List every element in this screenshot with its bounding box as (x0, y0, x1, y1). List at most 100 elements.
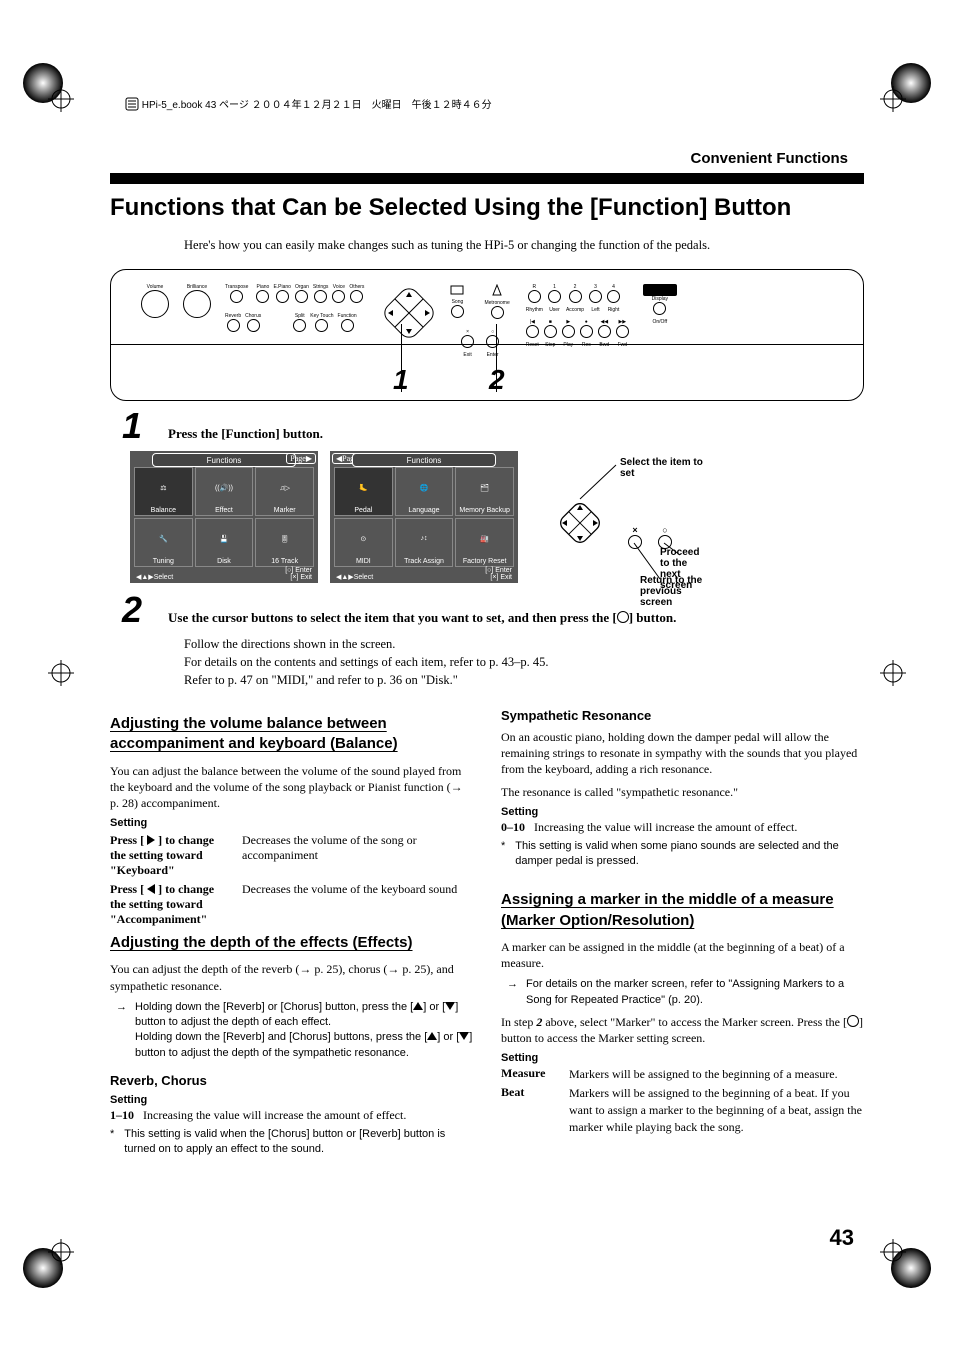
screen-enter-exit-hint: [○] Enter[×] Exit (285, 567, 312, 581)
panel-callout-1: 1 (393, 364, 409, 396)
registration-mark (880, 1239, 906, 1265)
marker-instruction: In step 2 above, select "Marker" to acce… (501, 1014, 864, 1046)
tone-button-icon (314, 290, 327, 303)
screen-title: Functions (352, 453, 496, 467)
track-button-icon (548, 290, 561, 303)
setting-heading: Setting (501, 1052, 864, 1064)
transport-rec-icon (580, 325, 593, 338)
enter-button-icon (486, 335, 499, 348)
screen-enter-exit-hint: [○] Enter[×] Exit (485, 567, 512, 581)
sympathetic-heading: Sympathetic Resonance (501, 708, 864, 723)
balance-body: You can adjust the balance between the v… (110, 763, 473, 812)
sixteen-track-icon: 🎚 (256, 519, 313, 558)
effects-instruction-1: Holding down the [Reverb] or [Chorus] bu… (135, 1000, 473, 1062)
metronome-button-icon (491, 306, 504, 319)
display-button-icon (653, 302, 666, 315)
track-button-icon (607, 290, 620, 303)
left-triangle-icon (147, 884, 155, 894)
tone-button-icon (256, 290, 269, 303)
split-button-icon (293, 319, 306, 332)
transport-fwd-icon (616, 325, 629, 338)
screen-select-hint: ◀▲▶Select (336, 573, 373, 581)
tuning-icon: 🔧 (135, 519, 192, 558)
reverb-button-icon (227, 319, 240, 332)
registration-mark (880, 86, 906, 112)
screen-title: Functions (152, 453, 296, 467)
setting-value: Decreases the volume of the keyboard sou… (242, 882, 473, 927)
midi-icon: ⊙ (335, 519, 392, 558)
asterisk-icon: * (501, 839, 505, 869)
tone-button-icon (332, 290, 345, 303)
step-1-text: Press the [Function] button. (168, 426, 323, 442)
song-button-icon (451, 305, 464, 318)
tone-button-icon (350, 290, 363, 303)
registration-mark (880, 660, 906, 686)
setting-value: Decreases the volume of the song or acco… (242, 833, 473, 878)
step-number-2: 2 (122, 589, 152, 631)
track-button-icon (528, 290, 541, 303)
setting-key: Press [ ] to change the setting toward "… (110, 833, 228, 878)
balance-section-title: Adjusting the volume balance between acc… (110, 714, 473, 755)
song-icon (450, 285, 464, 295)
down-triangle-icon (459, 1032, 469, 1040)
effects-body: You can adjust the depth of the reverb (… (110, 961, 473, 993)
volume-knob-icon (141, 290, 169, 318)
arrow-bullet-icon: → (116, 1000, 127, 1062)
transport-stop-icon (544, 325, 557, 338)
transport-reset-icon (526, 325, 539, 338)
brilliance-knob-icon (183, 290, 211, 318)
function-screen-1: Functions Page▶ ⚖Balance ((🔊))Effect ♫▷M… (130, 451, 318, 583)
marker-body: A marker can be assigned in the middle (… (501, 939, 864, 971)
setting-heading: Setting (110, 817, 473, 829)
pedal-icon: 🦶 (335, 468, 392, 507)
tone-button-icon (276, 290, 289, 303)
right-triangle-icon (147, 835, 155, 845)
arrow-bullet-icon: → (507, 977, 518, 1008)
registration-mark (48, 660, 74, 686)
enter-circle-icon (847, 1015, 859, 1027)
memory-backup-icon: 🗂 (456, 468, 513, 507)
language-icon: 🌐 (396, 468, 453, 507)
screen-page-indicator: Page▶ (286, 453, 316, 464)
panel-rule (111, 344, 863, 345)
up-triangle-icon (413, 1002, 423, 1010)
track-button-icon (589, 290, 602, 303)
keytouch-button-icon (315, 319, 328, 332)
step-2-text: Use the cursor buttons to select the ite… (168, 610, 676, 626)
transport-play-icon (562, 325, 575, 338)
effect-icon: ((🔊)) (196, 468, 253, 507)
registration-mark (48, 1239, 74, 1265)
book-stamp-text: HPi-5_e.book 43 ページ ２００４年１２月２１日 火曜日 午後１２… (142, 100, 492, 111)
intro-text: Here's how you can easily make changes s… (184, 238, 864, 253)
section-header: Convenient Functions (110, 150, 864, 167)
balance-icon: ⚖ (135, 468, 192, 507)
step-number-1: 1 (122, 405, 152, 447)
setting-heading: Setting (110, 1094, 473, 1106)
enter-circle-icon (617, 611, 629, 623)
registration-mark (48, 86, 74, 112)
sympathetic-body-1: On an acoustic piano, holding down the d… (501, 729, 864, 778)
sympathetic-body-2: The resonance is called "sympathetic res… (501, 784, 864, 800)
up-triangle-icon (427, 1032, 437, 1040)
asterisk-icon: * (110, 1127, 114, 1157)
exit-button-icon (461, 335, 474, 348)
down-triangle-icon (445, 1002, 455, 1010)
marker-section-title: Assigning a marker in the middle of a me… (501, 890, 864, 931)
panel-callout-2: 2 (489, 364, 505, 396)
screen-select-hint: ◀▲▶Select (136, 573, 173, 581)
track-assign-icon: ♪↕ (396, 519, 453, 558)
factory-reset-icon: 🏭 (456, 519, 513, 558)
tone-button-icon (295, 290, 308, 303)
instrument-panel-figure: Volume Brilliance Transpose Piano E.Pian… (110, 269, 864, 401)
function-screen-2: ◀Page Functions 🦶Pedal 🌐Language 🗂Memory… (330, 451, 518, 583)
marker-icon: ♫▷ (256, 468, 313, 507)
book-page-stamp: HPi-5_e.book 43 ページ ２００４年１２月２１日 火曜日 午後１２… (125, 96, 492, 111)
page-title: Functions that Can be Selected Using the… (110, 194, 864, 222)
display-icon (643, 284, 677, 296)
section-rule (110, 173, 864, 184)
setting-heading: Setting (501, 806, 864, 818)
effects-section-title: Adjusting the depth of the effects (Effe… (110, 933, 473, 953)
transpose-button-icon (230, 290, 243, 303)
nav-label-select: Select the item to set (620, 457, 710, 479)
transport-bwd-icon (598, 325, 611, 338)
